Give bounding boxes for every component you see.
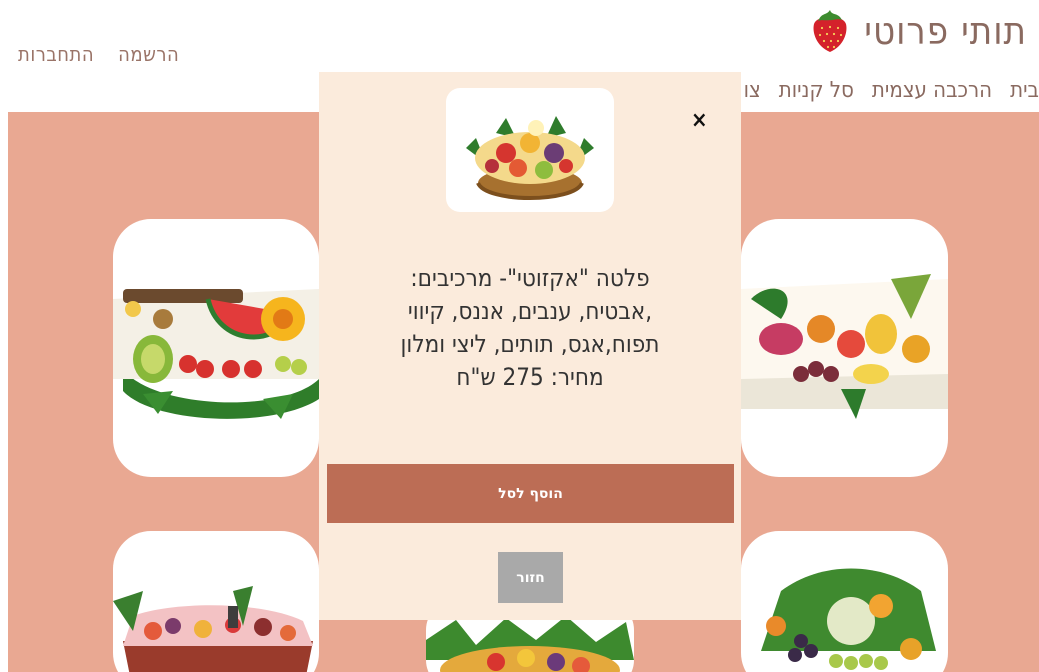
site-logo[interactable]: תותי פרוטי: [810, 8, 1027, 54]
auth-links: הרשמה התחברות: [18, 42, 179, 66]
price-line: מחיר: 275 ש"ח: [456, 363, 604, 391]
main-nav: בית הרכבה עצמית סל קניות צו: [744, 78, 1039, 103]
fruit-platter-exotic-image: [741, 274, 948, 419]
nav-item-custom-build[interactable]: הרכבה עצמית: [872, 78, 992, 103]
logo-word-fruity: פרוטי: [864, 9, 950, 53]
product-card-3[interactable]: [113, 531, 319, 672]
product-card-2[interactable]: [741, 219, 948, 477]
nav-item-home[interactable]: בית: [1010, 78, 1039, 103]
description-line-3: תפוח,אגס, תותים, ליצי ומלון: [400, 330, 660, 358]
add-to-cart-button[interactable]: הוסף לסל: [327, 464, 734, 523]
product-description: פלטה "אקזוטי"- מרכיבים: ,אבטיח, ענבים, א…: [339, 262, 721, 394]
product-modal: × פלטה "אקזוטי"- מרכיבים: ,אבטיח, ענבים,…: [319, 72, 741, 620]
fruit-basket-image: [466, 116, 594, 200]
login-link[interactable]: התחברות: [18, 42, 94, 66]
modal-product-thumbnail: [446, 88, 614, 212]
logo-word-toti: תותי: [961, 9, 1027, 53]
description-line-2: ,אבטיח, ענבים, אננס, קיווי: [407, 297, 653, 325]
nav-item-contact[interactable]: צו: [744, 78, 761, 103]
fruit-platter-watermelon-image: [113, 289, 319, 419]
close-icon[interactable]: ×: [691, 110, 708, 132]
page: תותי פרוטי הרשמה התחברות בית הרכבה עצמית…: [0, 0, 1039, 672]
nav-item-cart[interactable]: סל קניות: [779, 78, 854, 103]
fruit-basket-dark-image: [113, 586, 313, 672]
product-card-1[interactable]: [113, 219, 319, 477]
register-link[interactable]: הרשמה: [118, 42, 179, 66]
product-card-4[interactable]: [741, 531, 948, 672]
back-button[interactable]: חזור: [498, 552, 563, 603]
strawberry-icon: [813, 10, 847, 52]
fruit-basket-grapes-image: [761, 568, 936, 670]
description-line-1: פלטה "אקזוטי"- מרכיבים:: [410, 264, 650, 292]
